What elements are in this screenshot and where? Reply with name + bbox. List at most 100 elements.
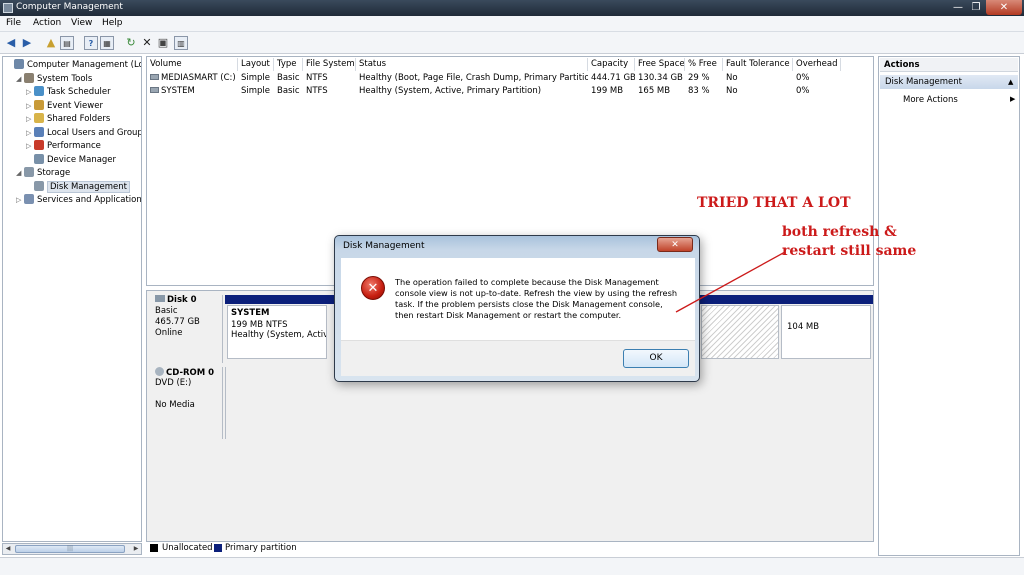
table-cell: Healthy (Boot, Page File, Crash Dump, Pr… xyxy=(359,73,588,83)
scroll-left-icon[interactable]: ◀ xyxy=(3,544,13,554)
expander-icon[interactable]: ▷ xyxy=(26,127,34,139)
delete-icon[interactable]: ✕ xyxy=(140,36,154,50)
menu-action[interactable]: Action xyxy=(33,18,61,28)
table-cell: 444.71 GB xyxy=(591,73,635,83)
column-header[interactable]: Layout xyxy=(238,58,274,71)
expander-icon[interactable]: ◢ xyxy=(16,73,24,85)
tree-horizontal-scrollbar[interactable]: ◀ ||| ▶ xyxy=(2,543,142,555)
refresh-icon[interactable]: ↻ xyxy=(124,36,138,50)
tree-item-event-viewer[interactable]: ▷ Event Viewer xyxy=(26,99,103,112)
users-icon xyxy=(34,126,44,137)
menu-help[interactable]: Help xyxy=(102,18,123,28)
disk-legend: Unallocated Primary partition xyxy=(146,543,874,555)
column-header[interactable]: % Free xyxy=(685,58,723,71)
computer-management-icon xyxy=(3,3,13,13)
column-header[interactable]: Overhead xyxy=(793,58,841,71)
table-cell: 83 % xyxy=(688,86,710,96)
table-cell: 0% xyxy=(796,86,810,96)
small-partition[interactable]: 104 MB xyxy=(781,305,871,359)
hatched-partition[interactable] xyxy=(701,305,779,359)
more-actions-item[interactable]: More Actions ▶ xyxy=(903,95,1015,105)
column-header[interactable]: Volume xyxy=(147,58,238,71)
tree-item-disk-management[interactable]: Disk Management xyxy=(26,180,130,193)
dialog-body: ✕ The operation failed to complete becau… xyxy=(341,258,695,340)
dialog-message: The operation failed to complete because… xyxy=(395,277,678,320)
tree-item-label: System Tools xyxy=(37,73,93,84)
system-partition-size: 199 MB NTFS xyxy=(231,320,288,330)
tree-item-system-tools[interactable]: ◢ System Tools xyxy=(16,72,93,85)
column-header[interactable]: Status xyxy=(356,58,588,71)
show-hide-tree-icon[interactable]: ▤ xyxy=(60,36,74,50)
actions-header: Actions xyxy=(880,58,1018,72)
ok-button[interactable]: OK xyxy=(623,349,689,368)
view-options-icon[interactable]: ▥ xyxy=(174,36,188,50)
annotation-still-same: both refresh & restart still same xyxy=(782,224,917,259)
close-window-button[interactable]: ✕ xyxy=(986,0,1022,15)
window-title: Computer Management xyxy=(16,2,123,12)
expander-icon[interactable]: ▷ xyxy=(26,140,34,152)
disk-icon xyxy=(34,180,44,191)
tree-item-computer-management-local[interactable]: Computer Management (Local xyxy=(6,59,141,71)
scroll-thumb[interactable]: ||| xyxy=(15,545,125,553)
tree-item-storage[interactable]: ◢ Storage xyxy=(16,167,70,179)
expander-icon[interactable]: ▷ xyxy=(26,100,34,112)
table-cell: 29 % xyxy=(688,73,710,83)
column-header[interactable]: Fault Tolerance xyxy=(723,58,793,71)
table-row[interactable]: MEDIASMART (C:) Simple Basic NTFS Healthy (B… xyxy=(147,72,847,84)
scroll-right-icon[interactable]: ▶ xyxy=(131,544,141,554)
disk-0-state: Online xyxy=(155,328,183,338)
help-icon[interactable]: ? xyxy=(84,36,98,50)
expander-icon[interactable]: ▷ xyxy=(26,86,34,98)
expander-icon[interactable]: ▷ xyxy=(26,113,34,125)
tree-item-label: Performance xyxy=(47,141,101,151)
table-cell: No xyxy=(726,73,738,83)
tree-item-task-scheduler[interactable]: ▷ Task Scheduler xyxy=(26,86,111,98)
device-icon xyxy=(34,153,44,164)
column-header[interactable]: Type xyxy=(274,58,303,71)
up-folder-icon[interactable]: ▲ xyxy=(44,36,58,50)
tree-item-services-and-applications[interactable]: ▷ Services and Applications xyxy=(16,194,141,206)
maximize-button[interactable]: ❐ xyxy=(966,0,986,15)
tree-item-label: Shared Folders xyxy=(47,114,111,124)
folder-icon xyxy=(34,113,44,123)
volume-icon xyxy=(150,74,159,80)
column-header[interactable]: Free Space xyxy=(635,58,685,71)
tree-item-local-users-and-groups[interactable]: ▷ Local Users and Groups xyxy=(26,126,142,139)
system-partition[interactable]: SYSTEM 199 MB NTFS Healthy (System, Acti… xyxy=(227,305,327,359)
tree-item-shared-folders[interactable]: ▷ Shared Folders xyxy=(26,113,110,125)
table-cell: Basic xyxy=(277,86,300,96)
console-tree[interactable]: Computer Management (Local◢System Tools▷… xyxy=(2,56,142,542)
cdrom-0-label[interactable]: CD-ROM 0 DVD (E:) No Media xyxy=(149,367,223,439)
expander-icon[interactable]: ▷ xyxy=(16,194,24,206)
forward-arrow-icon[interactable]: ▶ xyxy=(20,36,34,50)
disk-0-label[interactable]: Disk 0 Basic 465.77 GB Online xyxy=(149,295,223,363)
actions-disk-management[interactable]: Disk Management ▲ xyxy=(880,75,1018,89)
column-header[interactable]: Capacity xyxy=(588,58,635,71)
primary-swatch xyxy=(214,544,222,552)
tree-item-device-manager[interactable]: Device Manager xyxy=(26,153,116,166)
table-row[interactable]: SYSTEM Simple Basic NTFS Healthy (System, Ac… xyxy=(147,85,847,97)
back-arrow-icon[interactable]: ◀ xyxy=(4,36,18,50)
tree-item-performance[interactable]: ▷ Performance xyxy=(26,140,101,152)
disk-0-size: 465.77 GB xyxy=(155,317,200,327)
table-cell: 0% xyxy=(796,73,810,83)
expander-icon[interactable]: ◢ xyxy=(16,167,24,179)
table-cell: Simple xyxy=(241,86,271,96)
error-dialog[interactable]: Disk Management ✕ ✕ The operation failed… xyxy=(334,235,700,382)
error-icon: ✕ xyxy=(361,276,385,300)
window-titlebar[interactable]: Computer Management — ❐ ✕ xyxy=(0,0,1024,16)
properties-icon[interactable]: ▦ xyxy=(100,36,114,50)
services-icon xyxy=(24,194,34,204)
minimize-button[interactable]: — xyxy=(948,0,968,15)
tree-item-label: Local Users and Groups xyxy=(47,127,142,138)
collapse-icon[interactable]: ▲ xyxy=(1008,75,1013,89)
table-cell: No xyxy=(726,86,738,96)
tree-item-label: Disk Management xyxy=(47,180,130,193)
event-icon xyxy=(34,99,44,110)
export-icon[interactable]: ▣ xyxy=(156,36,170,50)
column-header[interactable]: File System xyxy=(303,58,356,71)
dialog-close-button[interactable]: ✕ xyxy=(657,237,693,252)
menu-view[interactable]: View xyxy=(71,18,92,28)
menu-file[interactable]: File xyxy=(6,18,21,28)
status-bar xyxy=(0,557,1024,575)
